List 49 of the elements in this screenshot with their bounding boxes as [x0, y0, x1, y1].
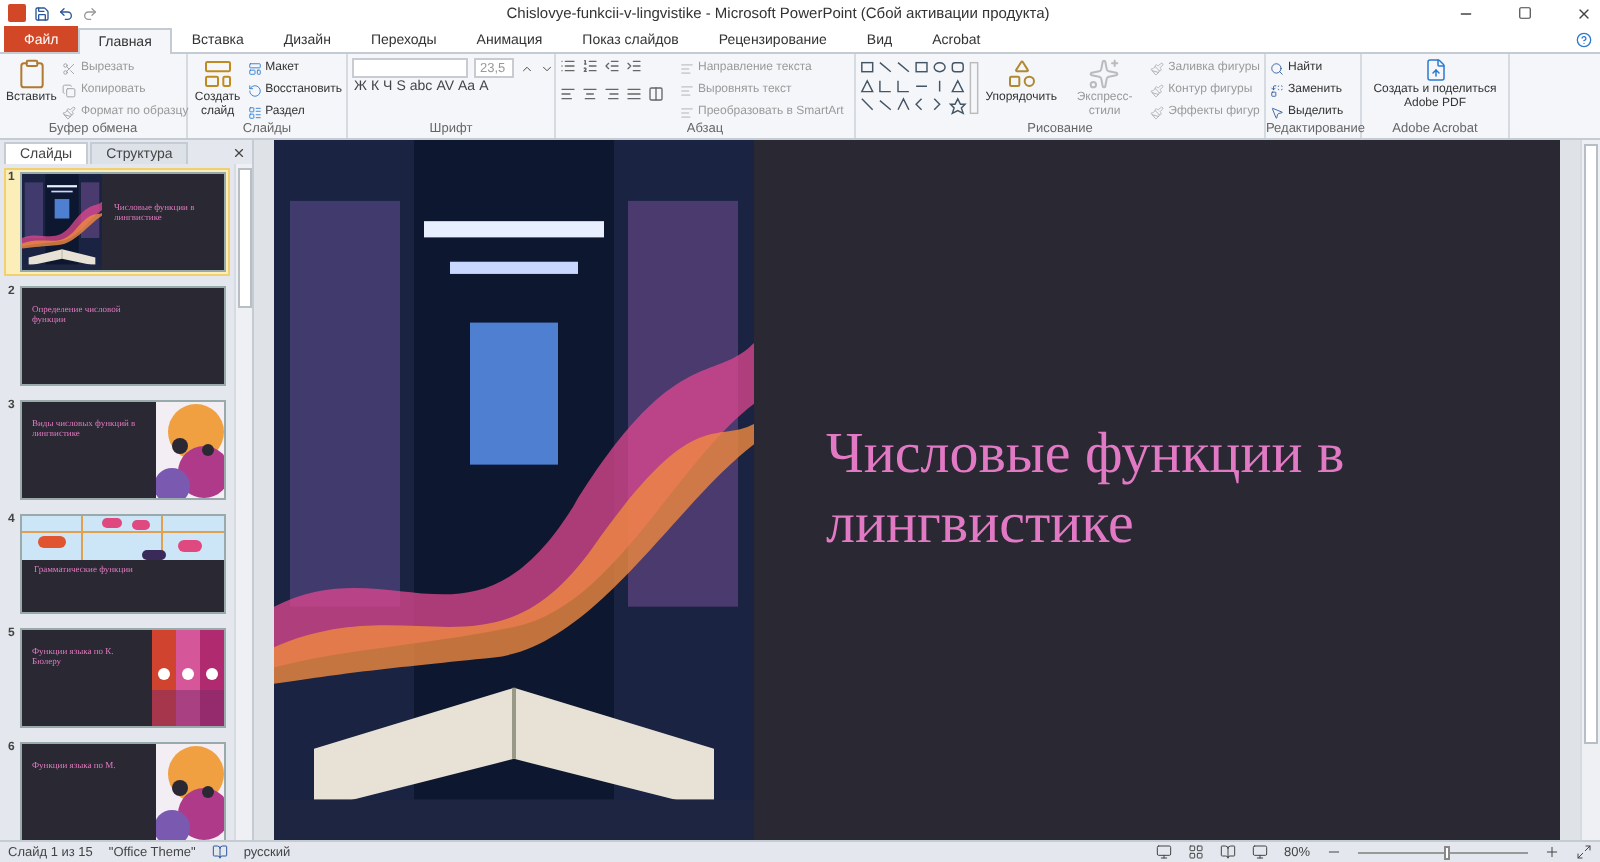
help-icon[interactable]	[1576, 32, 1592, 48]
shape-format-icon	[1150, 105, 1165, 119]
scissors-icon	[62, 61, 77, 75]
cursor-icon	[1270, 105, 1284, 119]
layout-icon	[247, 61, 262, 75]
shrink-font-icon	[540, 61, 554, 75]
shape-format-icon	[1150, 61, 1165, 75]
text-icon	[680, 61, 694, 75]
maximize-icon[interactable]	[1518, 6, 1532, 20]
grow-font-icon	[520, 61, 534, 75]
copy-icon	[62, 83, 77, 97]
fit-icon	[1576, 844, 1592, 860]
normal-view-icon	[1155, 844, 1172, 860]
indent-icon[interactable]	[626, 58, 642, 74]
bullets-icon[interactable]	[560, 58, 576, 74]
font-name-field[interactable]	[352, 58, 468, 78]
save-icon[interactable]	[34, 5, 50, 21]
outdent-icon[interactable]	[604, 58, 620, 74]
slide-icon	[201, 58, 234, 90]
text-icon	[680, 105, 694, 119]
scrollbar[interactable]	[234, 164, 252, 840]
shape-format-icon	[1150, 83, 1165, 97]
align-right-icon[interactable]	[604, 86, 620, 102]
align-left-icon[interactable]	[560, 86, 576, 102]
reading-view-icon	[1219, 844, 1236, 860]
columns-icon[interactable]	[648, 86, 664, 102]
numbering-icon[interactable]	[582, 58, 598, 74]
align-center-icon[interactable]	[582, 86, 598, 102]
justify-icon[interactable]	[626, 86, 642, 102]
scrollbar[interactable]	[1580, 140, 1600, 840]
clipboard-icon	[15, 58, 48, 90]
reset-icon	[247, 83, 262, 97]
redo-icon[interactable]	[82, 5, 98, 21]
spellcheck-icon	[211, 844, 228, 860]
slide-title: Числовые функции в лингвистике	[826, 420, 1347, 560]
close-icon[interactable]	[232, 146, 246, 160]
paintbrush-icon	[62, 105, 77, 119]
section-icon	[247, 105, 262, 119]
slideshow-icon	[1251, 844, 1268, 860]
shape-gallery-drawing[interactable]	[860, 58, 980, 118]
close-icon[interactable]	[1576, 5, 1592, 21]
search-icon	[1270, 61, 1284, 75]
pdf-export-icon	[1423, 58, 1447, 82]
text-icon	[680, 83, 694, 97]
styles-icon	[1088, 58, 1121, 90]
arrange-icon	[1005, 58, 1038, 90]
undo-icon[interactable]	[58, 5, 74, 21]
sorter-view-icon	[1187, 844, 1204, 860]
zoom-in-icon	[1544, 844, 1560, 860]
